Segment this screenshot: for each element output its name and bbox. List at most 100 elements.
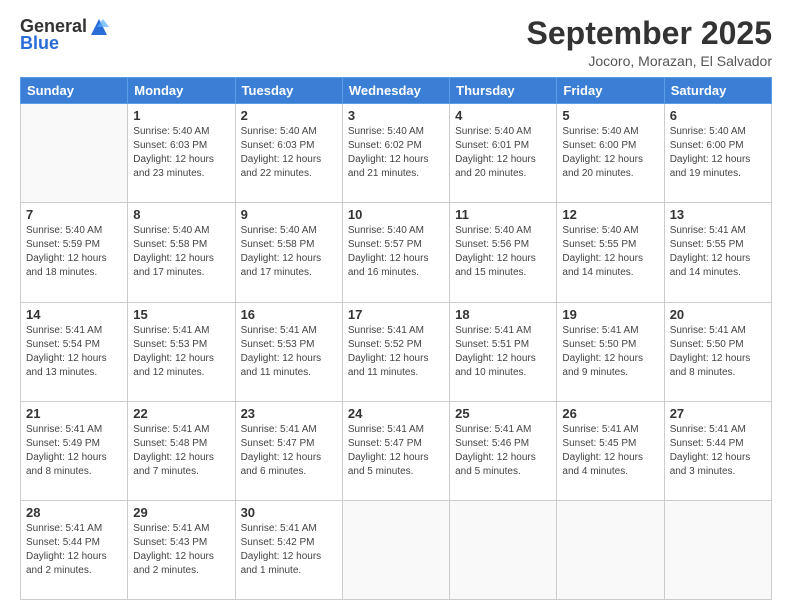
day-info: Sunrise: 5:41 AMSunset: 5:53 PMDaylight:… <box>133 324 229 380</box>
day-number: 9 <box>241 207 337 222</box>
day-info: Sunrise: 5:40 AMSunset: 6:03 PMDaylight:… <box>133 125 229 181</box>
day-info: Sunrise: 5:41 AMSunset: 5:47 PMDaylight:… <box>241 423 337 479</box>
table-row <box>342 500 449 599</box>
table-row: 6 Sunrise: 5:40 AMSunset: 6:00 PMDaylight… <box>664 104 771 203</box>
table-row: 19 Sunrise: 5:41 AMSunset: 5:50 PMDayligh… <box>557 302 664 401</box>
day-number: 15 <box>133 307 229 322</box>
table-row <box>664 500 771 599</box>
table-row: 10 Sunrise: 5:40 AMSunset: 5:57 PMDayligh… <box>342 203 449 302</box>
table-row <box>557 500 664 599</box>
day-number: 10 <box>348 207 444 222</box>
day-info: Sunrise: 5:41 AMSunset: 5:50 PMDaylight:… <box>670 324 766 380</box>
table-row: 20Sunrise: 5:41 AMSunset: 5:50 PMDayligh… <box>664 302 771 401</box>
day-info: Sunrise: 5:40 AMSunset: 6:02 PMDaylight:… <box>348 125 444 181</box>
day-number: 26 <box>562 406 658 421</box>
header: General Blue September 2025 Jocoro, Mora… <box>20 16 772 69</box>
day-info: Sunrise: 5:41 AMSunset: 5:50 PMDaylight:… <box>562 324 658 380</box>
day-number: 19 <box>562 307 658 322</box>
day-number: 30 <box>241 505 337 520</box>
calendar-week-3: 14 Sunrise: 5:41 AMSunset: 5:54 PMDayligh… <box>21 302 772 401</box>
day-info: Sunrise: 5:41 AMSunset: 5:54 PMDaylight:… <box>26 324 122 380</box>
day-info: Sunrise: 5:41 AMSunset: 5:52 PMDaylight:… <box>348 324 444 380</box>
day-number: 21 <box>26 406 122 421</box>
header-sunday: Sunday <box>21 78 128 104</box>
header-saturday: Saturday <box>664 78 771 104</box>
day-info: Sunrise: 5:41 AMSunset: 5:51 PMDaylight:… <box>455 324 551 380</box>
table-row: 7Sunrise: 5:40 AMSunset: 5:59 PMDaylight… <box>21 203 128 302</box>
table-row: 16Sunrise: 5:41 AMSunset: 5:53 PMDayligh… <box>235 302 342 401</box>
day-number: 18 <box>455 307 551 322</box>
day-number: 17 <box>348 307 444 322</box>
day-number: 11 <box>455 207 551 222</box>
table-row: 24 Sunrise: 5:41 AMSunset: 5:47 PMDayligh… <box>342 401 449 500</box>
header-tuesday: Tuesday <box>235 78 342 104</box>
day-number: 2 <box>241 108 337 123</box>
table-row: 9 Sunrise: 5:40 AMSunset: 5:58 PMDaylight… <box>235 203 342 302</box>
day-info: Sunrise: 5:40 AMSunset: 6:01 PMDaylight:… <box>455 125 551 181</box>
day-info: Sunrise: 5:41 AMSunset: 5:44 PMDaylight:… <box>26 522 122 578</box>
table-row: 4 Sunrise: 5:40 AMSunset: 6:01 PMDaylight… <box>450 104 557 203</box>
table-row: 28 Sunrise: 5:41 AMSunset: 5:44 PMDayligh… <box>21 500 128 599</box>
day-info: Sunrise: 5:40 AMSunset: 5:57 PMDaylight:… <box>348 224 444 280</box>
day-number: 25 <box>455 406 551 421</box>
day-number: 22 <box>133 406 229 421</box>
table-row: 29 Sunrise: 5:41 AMSunset: 5:43 PMDayligh… <box>128 500 235 599</box>
table-row: 21 Sunrise: 5:41 AMSunset: 5:49 PMDayligh… <box>21 401 128 500</box>
header-monday: Monday <box>128 78 235 104</box>
day-info: Sunrise: 5:41 AMSunset: 5:42 PMDaylight:… <box>241 522 337 578</box>
calendar-header-row: Sunday Monday Tuesday Wednesday Thursday… <box>21 78 772 104</box>
day-number: 6 <box>670 108 766 123</box>
day-info: Sunrise: 5:41 AMSunset: 5:53 PMDaylight:… <box>241 324 337 380</box>
day-info: Sunrise: 5:41 AMSunset: 5:44 PMDaylight:… <box>670 423 766 479</box>
day-info: Sunrise: 5:40 AMSunset: 5:58 PMDaylight:… <box>241 224 337 280</box>
day-number: 27 <box>670 406 766 421</box>
header-thursday: Thursday <box>450 78 557 104</box>
calendar-week-2: 7Sunrise: 5:40 AMSunset: 5:59 PMDaylight… <box>21 203 772 302</box>
day-number: 14 <box>26 307 122 322</box>
day-info: Sunrise: 5:40 AMSunset: 5:55 PMDaylight:… <box>562 224 658 280</box>
table-row: 2 Sunrise: 5:40 AMSunset: 6:03 PMDaylight… <box>235 104 342 203</box>
table-row: 8 Sunrise: 5:40 AMSunset: 5:58 PMDaylight… <box>128 203 235 302</box>
calendar-week-4: 21 Sunrise: 5:41 AMSunset: 5:49 PMDayligh… <box>21 401 772 500</box>
table-row <box>21 104 128 203</box>
day-number: 12 <box>562 207 658 222</box>
day-info: Sunrise: 5:41 AMSunset: 5:43 PMDaylight:… <box>133 522 229 578</box>
logo-blue: Blue <box>20 33 59 54</box>
day-number: 29 <box>133 505 229 520</box>
table-row: 25 Sunrise: 5:41 AMSunset: 5:46 PMDayligh… <box>450 401 557 500</box>
day-number: 4 <box>455 108 551 123</box>
location: Jocoro, Morazan, El Salvador <box>527 53 772 69</box>
table-row <box>450 500 557 599</box>
day-number: 28 <box>26 505 122 520</box>
day-number: 7 <box>26 207 122 222</box>
table-row: 23Sunrise: 5:41 AMSunset: 5:47 PMDayligh… <box>235 401 342 500</box>
day-number: 24 <box>348 406 444 421</box>
day-info: Sunrise: 5:40 AMSunset: 5:56 PMDaylight:… <box>455 224 551 280</box>
table-row: 27 Sunrise: 5:41 AMSunset: 5:44 PMDayligh… <box>664 401 771 500</box>
day-info: Sunrise: 5:41 AMSunset: 5:45 PMDaylight:… <box>562 423 658 479</box>
table-row: 1Sunrise: 5:40 AMSunset: 6:03 PMDaylight… <box>128 104 235 203</box>
table-row: 5Sunrise: 5:40 AMSunset: 6:00 PMDaylight… <box>557 104 664 203</box>
page: General Blue September 2025 Jocoro, Mora… <box>0 0 792 612</box>
calendar-week-5: 28 Sunrise: 5:41 AMSunset: 5:44 PMDayligh… <box>21 500 772 599</box>
table-row: 15 Sunrise: 5:41 AMSunset: 5:53 PMDayligh… <box>128 302 235 401</box>
day-info: Sunrise: 5:41 AMSunset: 5:46 PMDaylight:… <box>455 423 551 479</box>
day-number: 5 <box>562 108 658 123</box>
day-number: 8 <box>133 207 229 222</box>
table-row: 12 Sunrise: 5:40 AMSunset: 5:55 PMDayligh… <box>557 203 664 302</box>
logo: General Blue <box>20 16 109 54</box>
table-row: 17 Sunrise: 5:41 AMSunset: 5:52 PMDayligh… <box>342 302 449 401</box>
table-row: 14 Sunrise: 5:41 AMSunset: 5:54 PMDayligh… <box>21 302 128 401</box>
day-info: Sunrise: 5:40 AMSunset: 5:58 PMDaylight:… <box>133 224 229 280</box>
day-info: Sunrise: 5:41 AMSunset: 5:47 PMDaylight:… <box>348 423 444 479</box>
day-number: 3 <box>348 108 444 123</box>
header-wednesday: Wednesday <box>342 78 449 104</box>
day-info: Sunrise: 5:40 AMSunset: 6:00 PMDaylight:… <box>670 125 766 181</box>
table-row: 11 Sunrise: 5:40 AMSunset: 5:56 PMDayligh… <box>450 203 557 302</box>
month-title: September 2025 <box>527 16 772 51</box>
day-info: Sunrise: 5:40 AMSunset: 6:03 PMDaylight:… <box>241 125 337 181</box>
table-row: 3 Sunrise: 5:40 AMSunset: 6:02 PMDaylight… <box>342 104 449 203</box>
table-row: 18 Sunrise: 5:41 AMSunset: 5:51 PMDayligh… <box>450 302 557 401</box>
day-info: Sunrise: 5:41 AMSunset: 5:49 PMDaylight:… <box>26 423 122 479</box>
calendar-week-1: 1Sunrise: 5:40 AMSunset: 6:03 PMDaylight… <box>21 104 772 203</box>
